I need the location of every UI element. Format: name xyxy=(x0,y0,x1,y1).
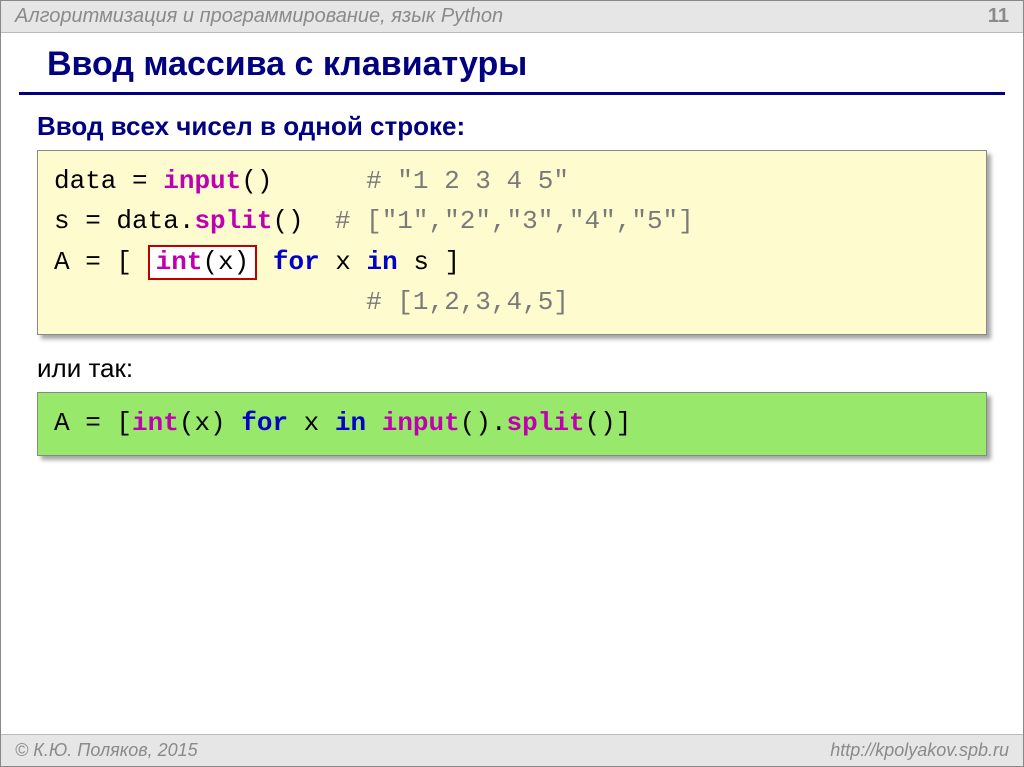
code-text: ()] xyxy=(585,408,632,438)
subheading-1: Ввод всех чисел в одной строке: xyxy=(37,111,987,142)
code-comment: # [1,2,3,4,5] xyxy=(366,287,569,317)
code-keyword: in xyxy=(335,408,366,438)
code-text: int xyxy=(156,247,203,277)
code-pad xyxy=(272,166,366,196)
code-text: int xyxy=(132,408,179,438)
page-number: 11 xyxy=(988,5,1009,28)
code-keyword: for xyxy=(273,247,320,277)
code-text: s ] xyxy=(398,247,460,277)
code-block-1: data = input() # "1 2 3 4 5" s = data.sp… xyxy=(37,150,987,335)
code-text: (). xyxy=(460,408,507,438)
code-text: [ xyxy=(116,408,132,438)
code-text: s xyxy=(54,206,70,236)
code-text: split xyxy=(507,408,585,438)
slide-title: Ввод массива с клавиатуры xyxy=(19,33,1005,95)
code-text: input xyxy=(382,408,460,438)
code-text: (x) xyxy=(202,247,249,277)
code-text: A xyxy=(54,247,70,277)
code-pad xyxy=(54,287,366,317)
code-text: = xyxy=(70,206,117,236)
code-text: A xyxy=(54,408,70,438)
code-text xyxy=(257,247,273,277)
code-keyword: for xyxy=(241,408,288,438)
code-text: = xyxy=(70,408,117,438)
code-text: () xyxy=(272,206,303,236)
code-text: () xyxy=(241,166,272,196)
code-text: data. xyxy=(116,206,194,236)
highlighted-code: int(x) xyxy=(148,245,258,280)
slide: Алгоритмизация и программирование, язык … xyxy=(0,0,1024,767)
subheading-2: или так: xyxy=(37,353,987,384)
code-text: (x) xyxy=(179,408,241,438)
code-comment: # "1 2 3 4 5" xyxy=(366,166,569,196)
footer-url: http://kpolyakov.spb.ru xyxy=(830,740,1009,761)
header-bar: Алгоритмизация и программирование, язык … xyxy=(1,1,1023,33)
code-text: input xyxy=(163,166,241,196)
code-text: = xyxy=(70,247,117,277)
code-pad xyxy=(304,206,335,236)
code-block-2: A = [int(x) for x in input().split()] xyxy=(37,392,987,456)
code-text: x xyxy=(320,247,367,277)
code-text: [ xyxy=(116,247,147,277)
footer-bar: © К.Ю. Поляков, 2015 http://kpolyakov.sp… xyxy=(1,734,1023,766)
code-keyword: in xyxy=(367,247,398,277)
code-text: data xyxy=(54,166,116,196)
code-comment: # ["1","2","3","4","5"] xyxy=(335,206,694,236)
copyright: © К.Ю. Поляков, 2015 xyxy=(15,740,198,761)
code-text xyxy=(366,408,382,438)
code-text: x xyxy=(288,408,335,438)
code-text: = xyxy=(116,166,163,196)
code-text: split xyxy=(194,206,272,236)
course-name: Алгоритмизация и программирование, язык … xyxy=(15,5,503,28)
slide-content: Ввод всех чисел в одной строке: data = i… xyxy=(1,95,1023,484)
